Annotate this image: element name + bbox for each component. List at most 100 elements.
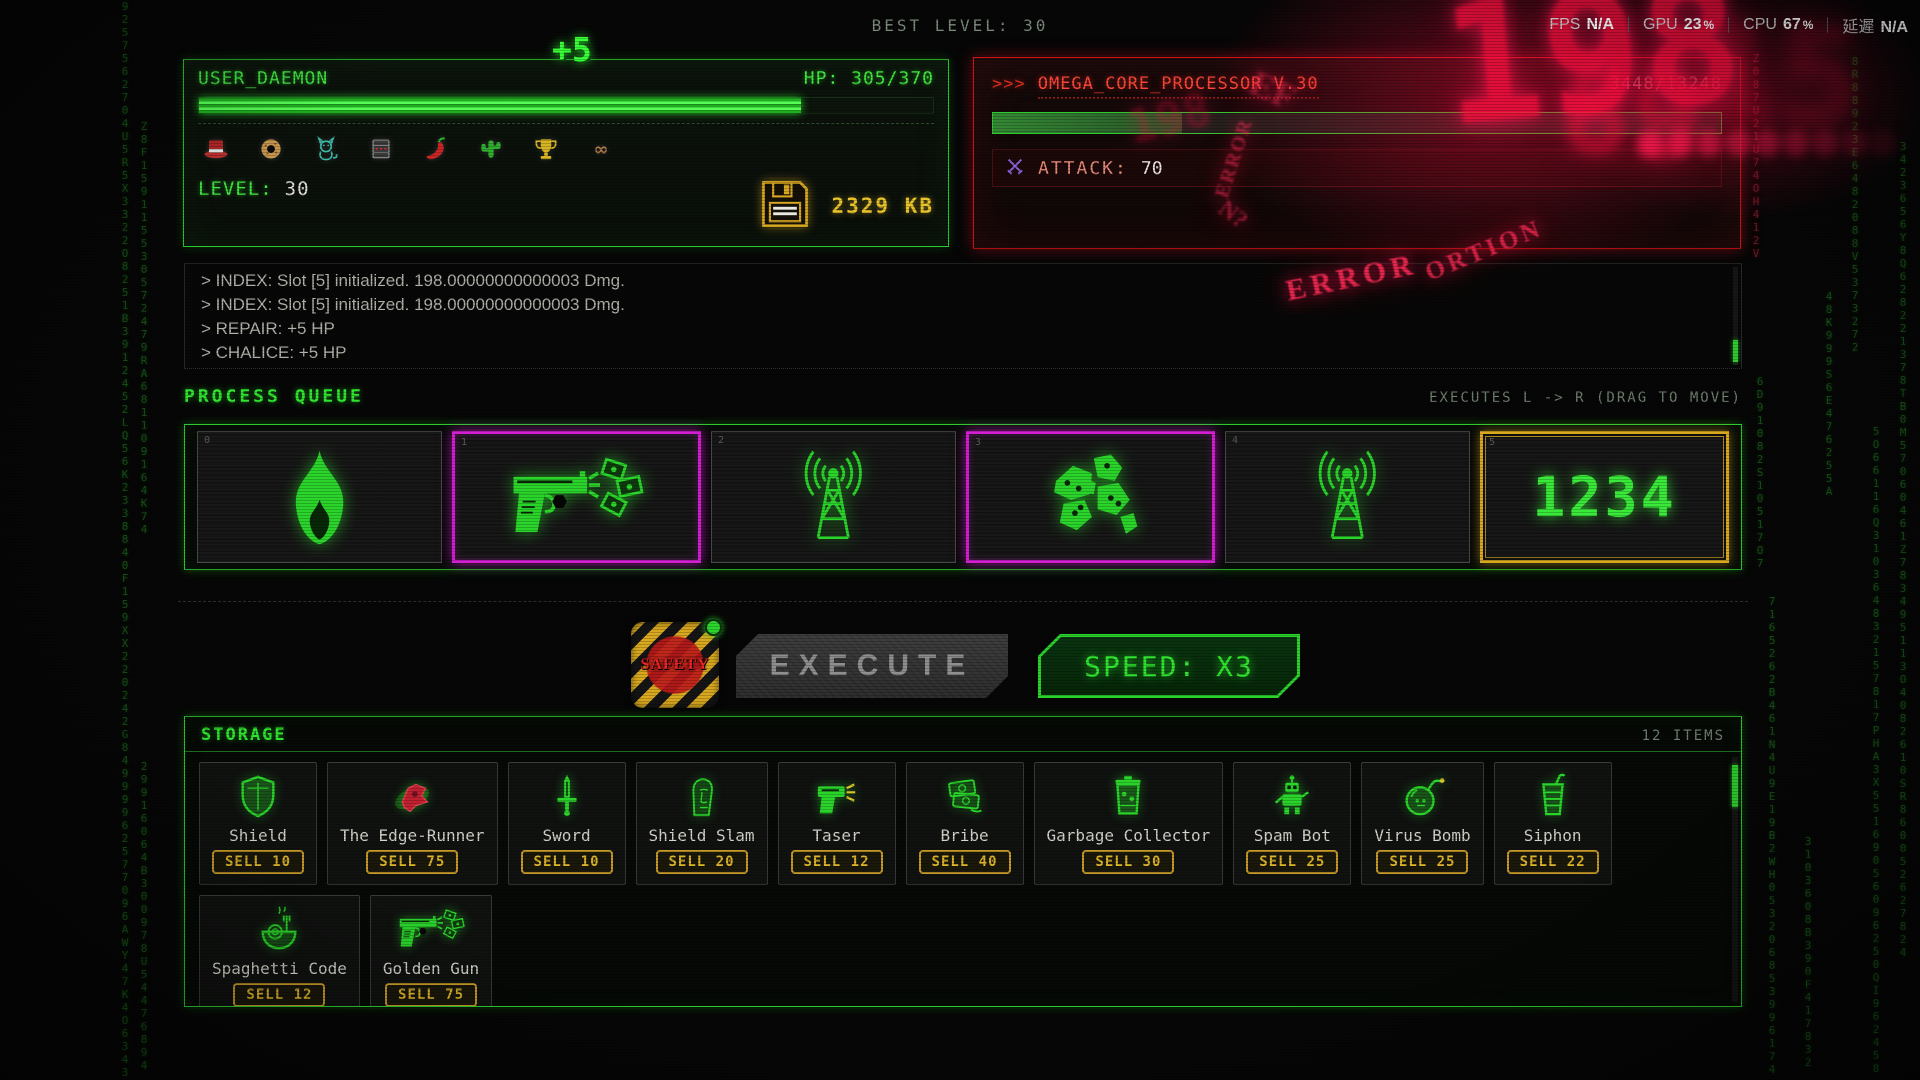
player-hp-bar: [198, 97, 934, 114]
buff-row: ∞: [198, 135, 934, 163]
sell-button[interactable]: SELL 40: [919, 850, 1011, 874]
item-name: Garbage Collector: [1047, 826, 1211, 845]
bomb-icon: [1399, 771, 1445, 821]
sell-button[interactable]: SELL 75: [385, 983, 477, 1007]
matrix-rain-column: 6 D 9 1 0 8 2 S 1 0 5 1 7 O 7: [1753, 375, 1767, 575]
heal-float-text: +5: [552, 30, 592, 69]
item-name: Bribe: [940, 826, 988, 845]
item-name: Shield: [229, 826, 287, 845]
sell-button[interactable]: SELL 10: [212, 850, 304, 874]
cup-icon: [1530, 771, 1576, 821]
attack-value: 70: [1141, 158, 1163, 179]
item-name: Taser: [812, 826, 860, 845]
storage-item[interactable]: The Edge-Runner SELL 75: [327, 762, 498, 885]
donut-icon: [257, 135, 285, 163]
item-name: Sword: [542, 826, 590, 845]
svg-text:∞: ∞: [594, 140, 609, 160]
queue-title: PROCESS QUEUE: [184, 386, 364, 407]
safety-toggle[interactable]: SAFETY: [631, 622, 719, 708]
cactus-icon: [477, 135, 505, 163]
robot-icon: [1269, 771, 1315, 821]
queue-header: PROCESS QUEUE EXECUTES L -> R (DRAG TO M…: [184, 386, 1742, 407]
queue-hint: EXECUTES L -> R (DRAG TO MOVE): [1429, 390, 1742, 406]
log-line: > INDEX: Slot [5] initialized. 198.00000…: [201, 269, 1725, 293]
storage-item[interactable]: Bribe SELL 40: [906, 762, 1024, 885]
sell-button[interactable]: SELL 12: [233, 983, 325, 1007]
sell-button[interactable]: SELL 30: [1082, 850, 1174, 874]
bribe-icon: [942, 771, 988, 821]
item-name: Spam Bot: [1254, 826, 1331, 845]
execute-button[interactable]: EXECUTE: [736, 634, 1008, 698]
sell-button[interactable]: SELL 12: [791, 850, 883, 874]
matrix-rain-column: Z 0 8 7 U 2 1 U 7 4 O H 4 1 2 V: [1749, 52, 1763, 267]
perf-stat-latency: 延遲N/A: [1842, 13, 1908, 37]
enemy-prompt: >>>: [992, 74, 1026, 94]
trophy-icon: [532, 135, 560, 163]
storage-scrollbar-thumb[interactable]: [1732, 765, 1738, 807]
enemy-panel: >>> OMEGA_CORE_PROCESSOR V.30 3448/13248…: [973, 57, 1741, 249]
enemy-hp-fill: [993, 113, 1182, 133]
antenna-icon: [786, 445, 881, 549]
log-line: > INDEX: Slot [5] initialized. 198.00000…: [201, 293, 1725, 317]
game-screen: 9 2 5 7 5 6 2 7 0 4 U 5 R 5 X 3 3 2 2 O …: [0, 0, 1920, 1080]
item-name: The Edge-Runner: [340, 826, 485, 845]
antenna-icon: [1300, 445, 1395, 549]
rocks-icon: [1039, 445, 1143, 549]
taser-icon: [814, 771, 860, 821]
queue-slot-0[interactable]: 0: [197, 431, 442, 563]
queue-slot-index: 0: [204, 435, 210, 446]
crossed-swords-icon: [1005, 156, 1025, 180]
trash-can-icon: [1105, 771, 1151, 821]
storage-grid: Shield SELL 10 The Edge-Runner SELL 75 Sword…: [185, 752, 1741, 1007]
log-scrollbar-thumb[interactable]: [1733, 340, 1738, 362]
queue-slot-index: 5: [1489, 437, 1495, 448]
storage-item[interactable]: Taser SELL 12: [778, 762, 896, 885]
sell-button[interactable]: SELL 22: [1507, 850, 1599, 874]
sell-button[interactable]: SELL 10: [521, 850, 613, 874]
speed-button[interactable]: SPEED: X3: [1038, 634, 1300, 698]
moai-icon: [679, 771, 725, 821]
top-hat-icon: [202, 135, 230, 163]
sword-icon: [544, 771, 590, 821]
edge-runner-icon: [389, 771, 435, 821]
player-panel-divider: [198, 123, 934, 124]
sell-button[interactable]: SELL 25: [1376, 850, 1468, 874]
flame-icon: [277, 445, 362, 549]
controls-row: SAFETY EXECUTE SPEED: X3: [631, 622, 1300, 708]
storage-item[interactable]: Garbage Collector SELL 30: [1034, 762, 1224, 885]
floppy-disk-icon: [757, 176, 813, 236]
log-scrollbar-track: [1733, 267, 1738, 365]
chili-icon: [422, 135, 450, 163]
queue-slot-5[interactable]: 51234: [1480, 431, 1729, 563]
money-gun-icon: [508, 451, 646, 543]
storage-item[interactable]: Shield SlamSELL 20: [636, 762, 768, 885]
storage-item[interactable]: SiphonSELL 22: [1494, 762, 1612, 885]
storage-item[interactable]: Golden GunSELL 75: [370, 895, 492, 1007]
level-label: LEVEL:: [198, 178, 273, 200]
storage-panel: STORAGE 12 ITEMS ShieldSELL 10The Edge-R…: [184, 716, 1742, 1007]
queue-slot-index: 1: [461, 437, 467, 448]
storage-item[interactable]: Shield SELL 10: [199, 762, 317, 885]
cat-icon: [312, 135, 340, 163]
enemy-attack-row: ATTACK: 70: [992, 149, 1722, 187]
storage-item[interactable]: Virus Bomb SELL 25: [1361, 762, 1483, 885]
sell-button[interactable]: SELL 25: [1246, 850, 1338, 874]
queue-slot-3[interactable]: 3: [966, 431, 1215, 563]
matrix-rain-column: 7 1 6 5 2 6 2 B 4 6 1 N 4 U 9 E 1 9 B 2 …: [1765, 595, 1779, 1080]
stat-divider: [1827, 17, 1828, 33]
queue-slot-2[interactable]: 2: [711, 431, 956, 563]
player-panel: USER_DAEMON HP: 305/370 ∞ LEVEL:30 2329 …: [183, 59, 949, 247]
item-name: Virus Bomb: [1374, 826, 1470, 845]
queue-slot-4[interactable]: 4: [1225, 431, 1470, 563]
queue-slot-1[interactable]: 1: [452, 431, 701, 563]
storage-item[interactable]: Spaghetti CodeSELL 12: [199, 895, 360, 1007]
stat-divider: [1628, 17, 1629, 33]
storage-scrollbar-track: [1732, 757, 1738, 1002]
sell-button[interactable]: SELL 75: [366, 850, 458, 874]
save-display: 2329 KB: [757, 176, 934, 236]
combat-log: > INDEX: Slot [5] initialized. 198.00000…: [184, 263, 1742, 369]
sell-button[interactable]: SELL 20: [656, 850, 748, 874]
storage-item[interactable]: Spam Bot SELL 25: [1233, 762, 1351, 885]
storage-item[interactable]: Sword SELL 10: [508, 762, 626, 885]
matrix-rain-column: 4 8 K 9 9 9 S 6 E 4 7 6 2 5 5 A: [1822, 290, 1836, 500]
